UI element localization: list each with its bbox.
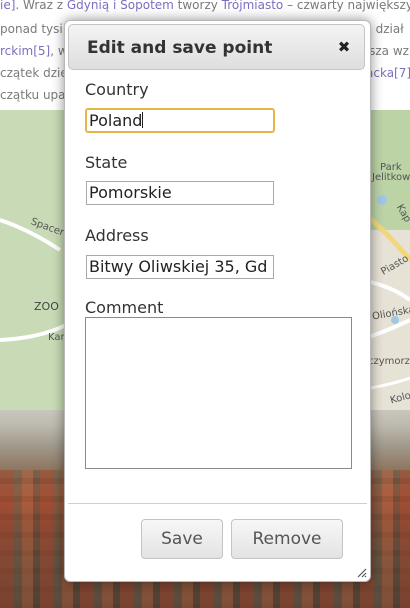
- country-input[interactable]: Poland: [85, 108, 275, 133]
- close-icon[interactable]: ✖: [334, 37, 354, 57]
- dialog-title: Edit and save point: [87, 38, 273, 58]
- save-button[interactable]: Save: [141, 519, 223, 559]
- article-link-footnote[interactable]: rckim[5]: [0, 44, 50, 58]
- map-label-jelitkowski: Jelitkowski: [372, 172, 410, 183]
- dialog-divider: [68, 503, 367, 504]
- article-line-3: rckim[5], w ysza wz: [0, 44, 409, 58]
- state-label: State: [85, 153, 128, 172]
- comment-textarea[interactable]: [85, 317, 352, 469]
- edit-point-dialog: Edit and save point ✖ Country Poland Sta…: [64, 20, 371, 582]
- article-link-footnote-7[interactable]: acka[7]: [366, 62, 410, 85]
- address-label: Address: [85, 226, 149, 245]
- article-line-1: ie]. Wraz z Gdynią i Sopotem tworzy Trój…: [0, 0, 410, 12]
- article-line-5: czątku upa: [0, 88, 66, 102]
- map-label-zoo: ZOO: [34, 300, 59, 313]
- article-line-2: ponad tysi , dział: [0, 22, 404, 36]
- map-label-kar: Kar: [48, 332, 65, 343]
- article-link-trojmiasto[interactable]: Trójmiasto: [222, 0, 284, 12]
- article-link-gdynia-sopot[interactable]: Gdynią i Sopotem: [67, 0, 174, 12]
- dialog-header[interactable]: Edit and save point ✖: [68, 24, 365, 70]
- address-input[interactable]: Bitwy Oliwskiej 35, Gd: [86, 255, 274, 279]
- article-link[interactable]: ie]: [0, 0, 15, 12]
- map-label-czymorze: czymorze: [368, 356, 410, 367]
- comment-label: Comment: [85, 298, 164, 317]
- article-line-4: czątek dzie acka[7]: [0, 62, 410, 85]
- remove-button[interactable]: Remove: [231, 519, 343, 559]
- country-label: Country: [85, 80, 149, 99]
- resize-handle-icon[interactable]: [355, 566, 367, 578]
- state-input[interactable]: Pomorskie: [86, 181, 274, 205]
- text-caret: [142, 112, 144, 128]
